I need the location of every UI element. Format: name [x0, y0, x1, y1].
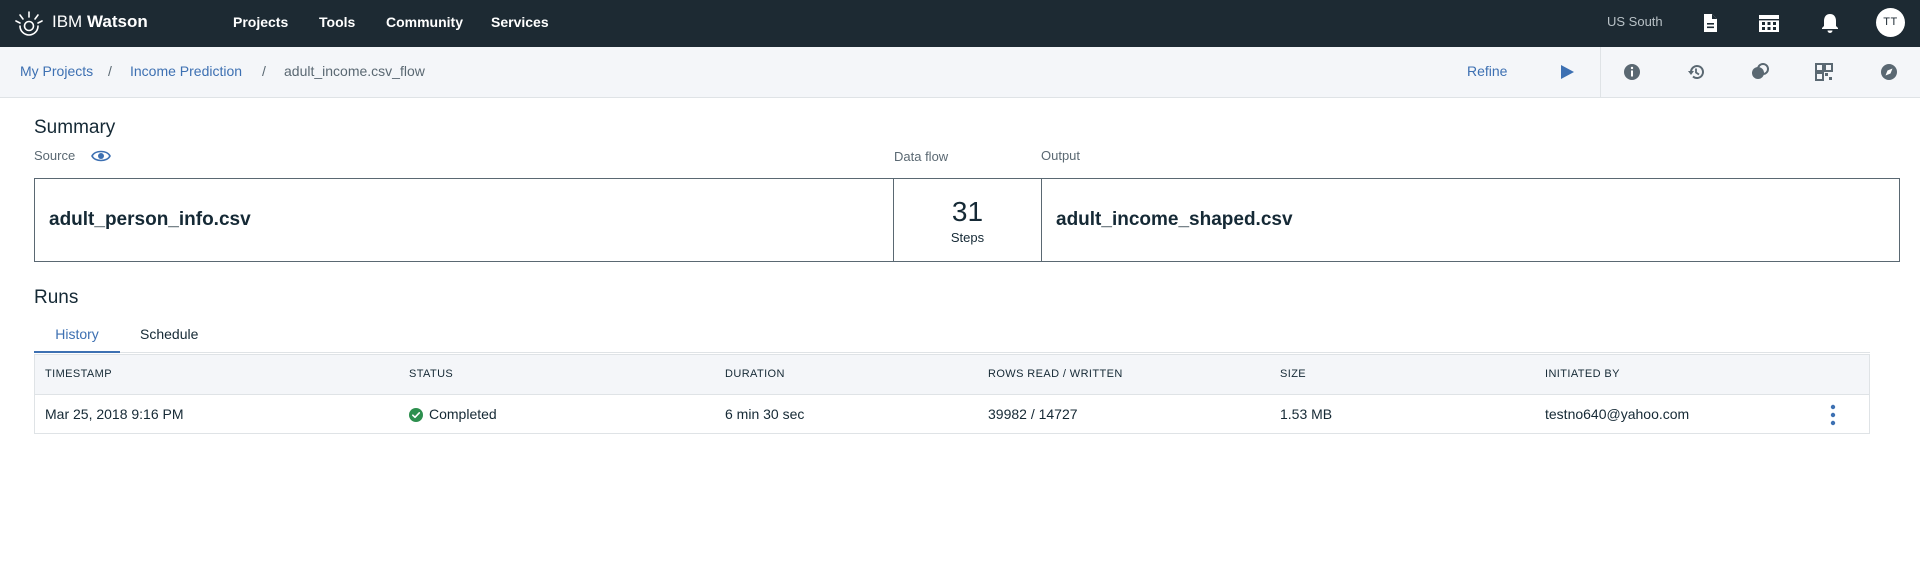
steps-label: Steps [950, 230, 985, 245]
column-header-initiated-by[interactable]: INITIATED BY [1545, 368, 1620, 381]
table-row[interactable]: Mar 25, 2018 9:16 PM Completed 6 min 30 … [35, 395, 1869, 433]
overflow-menu-icon[interactable] [1827, 403, 1839, 427]
info-icon[interactable] [1621, 61, 1643, 83]
data-flow-label: Data flow [894, 149, 949, 164]
grid-icon[interactable] [1813, 61, 1835, 83]
completed-check-icon [409, 408, 423, 422]
brand-ibm: IBM [52, 12, 83, 31]
cell-rows-read-written: 39982 / 14727 [988, 406, 1078, 422]
apps-grid-icon[interactable] [1757, 11, 1781, 35]
breadcrumb-separator: / [262, 63, 266, 79]
summary-heading: Summary [34, 117, 116, 138]
source-cell: adult_person_info.csv [35, 179, 894, 261]
output-cell: adult_income_shaped.csv [1042, 179, 1899, 261]
breadcrumb-current-flow: adult_income.csv_flow [284, 63, 425, 79]
nav-projects[interactable]: Projects [233, 14, 288, 30]
toolbar-divider [1600, 47, 1601, 97]
steps-count: 31 [951, 196, 984, 227]
cell-timestamp: Mar 25, 2018 9:16 PM [45, 406, 184, 422]
source-label: Source [34, 148, 76, 163]
source-filename: adult_person_info.csv [49, 209, 251, 230]
user-avatar[interactable]: TT [1876, 8, 1905, 37]
collaborators-icon[interactable] [1749, 61, 1771, 83]
top-navigation-bar: IBM Watson Projects Tools Community Serv… [0, 0, 1920, 47]
runs-table: TIMESTAMP STATUS DURATION ROWS READ / WR… [34, 354, 1870, 434]
table-header: TIMESTAMP STATUS DURATION ROWS READ / WR… [35, 355, 1869, 395]
nav-tools[interactable]: Tools [319, 14, 355, 30]
cell-status: Completed [429, 406, 497, 422]
refine-button[interactable]: Refine [1467, 63, 1507, 79]
column-header-rows[interactable]: ROWS READ / WRITTEN [988, 368, 1123, 381]
preview-eye-icon[interactable] [91, 148, 111, 164]
run-icon[interactable] [1556, 61, 1578, 83]
ibm-logo-icon[interactable] [14, 9, 44, 39]
breadcrumb-toolbar: My Projects / Income Prediction / adult_… [0, 47, 1920, 98]
nav-community[interactable]: Community [386, 14, 463, 30]
column-header-duration[interactable]: DURATION [725, 368, 785, 381]
nav-services[interactable]: Services [491, 14, 549, 30]
tab-history[interactable]: History [34, 326, 120, 353]
cell-initiated-by: testno640@yahoo.com [1545, 406, 1690, 422]
data-flow-cell: 31 Steps [894, 179, 1042, 261]
cell-size: 1.53 MB [1280, 406, 1333, 422]
runs-heading: Runs [34, 287, 79, 308]
history-icon[interactable] [1685, 61, 1707, 83]
region-selector[interactable]: US South [1607, 14, 1663, 30]
tab-schedule[interactable]: Schedule [140, 326, 198, 342]
cell-duration: 6 min 30 sec [725, 406, 805, 422]
column-header-timestamp[interactable]: TIMESTAMP [45, 368, 112, 381]
brand-name[interactable]: IBM Watson [52, 12, 148, 32]
summary-panel: adult_person_info.csv 31 Steps adult_inc… [34, 178, 1900, 262]
output-filename: adult_income_shaped.csv [1056, 209, 1293, 230]
column-header-status[interactable]: STATUS [409, 368, 453, 381]
compass-icon[interactable] [1878, 61, 1900, 83]
tabs-divider [34, 352, 1870, 353]
breadcrumb-income-prediction[interactable]: Income Prediction [130, 63, 242, 79]
notification-bell-icon[interactable] [1818, 11, 1842, 35]
document-icon[interactable] [1698, 11, 1722, 35]
breadcrumb-my-projects[interactable]: My Projects [20, 63, 93, 79]
brand-watson: Watson [86, 12, 148, 31]
breadcrumb-separator: / [108, 63, 112, 79]
column-header-size[interactable]: SIZE [1280, 368, 1306, 381]
output-label: Output [1041, 148, 1081, 163]
